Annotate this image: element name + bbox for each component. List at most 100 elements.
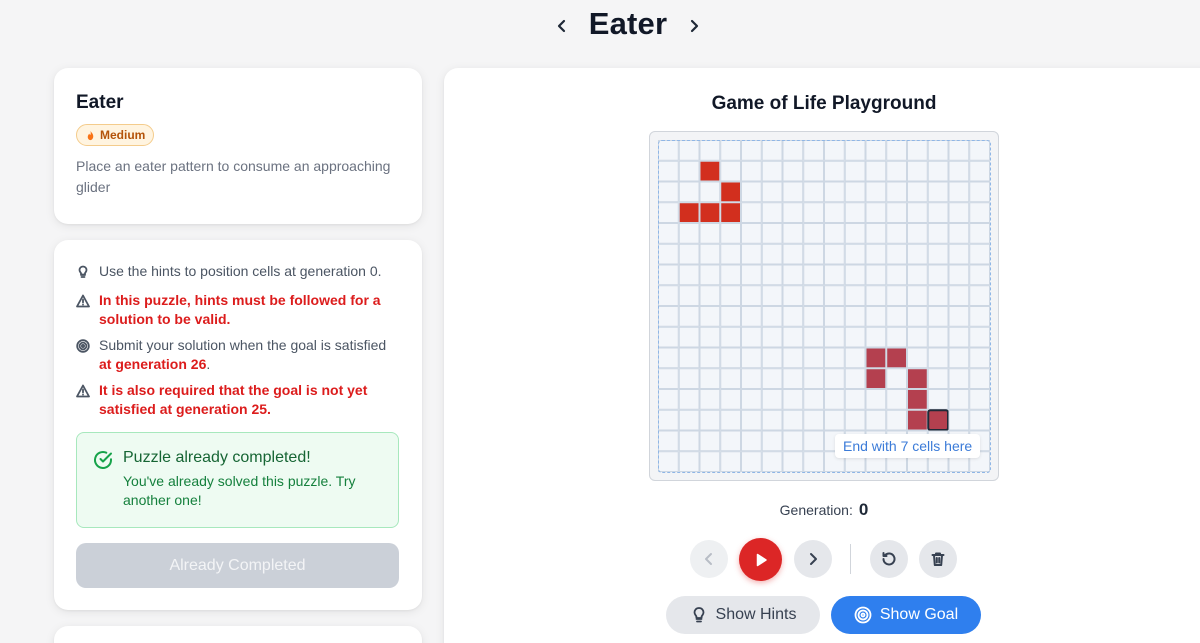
grid-cell-eater[interactable]	[865, 347, 887, 369]
grid-cell-empty[interactable]	[886, 223, 907, 244]
grid-cell-glider[interactable]	[699, 160, 721, 182]
grid-cell-empty[interactable]	[741, 430, 762, 452]
grid-cell-empty[interactable]	[741, 243, 762, 265]
grid-cell-empty[interactable]	[741, 451, 762, 472]
grid-cell-empty[interactable]	[782, 306, 804, 327]
grid-cell-empty[interactable]	[678, 409, 700, 431]
grid-cell-empty[interactable]	[699, 264, 721, 286]
grid-cell-empty[interactable]	[907, 181, 928, 203]
grid-cell-empty[interactable]	[699, 451, 721, 472]
grid-cell-empty[interactable]	[824, 264, 845, 286]
step-back-button[interactable]	[690, 540, 728, 578]
grid-cell-empty[interactable]	[699, 140, 721, 161]
clear-button[interactable]	[919, 540, 957, 578]
grid-cell-empty[interactable]	[886, 409, 907, 431]
grid-cell-empty[interactable]	[927, 368, 949, 389]
show-hints-button[interactable]: Show Hints	[666, 596, 820, 634]
grid-cell-empty[interactable]	[803, 347, 824, 369]
grid-cell-empty[interactable]	[741, 368, 762, 389]
grid-cell-empty[interactable]	[741, 389, 762, 410]
grid-cell-empty[interactable]	[761, 451, 783, 472]
grid-cell-empty[interactable]	[948, 285, 970, 306]
grid-cell-empty[interactable]	[948, 368, 970, 389]
grid-cell-empty[interactable]	[969, 243, 990, 265]
grid-cell-empty[interactable]	[803, 409, 824, 431]
grid-cell-empty[interactable]	[969, 202, 990, 223]
grid-cell-empty[interactable]	[678, 347, 700, 369]
grid-cell-eater[interactable]	[907, 368, 928, 389]
grid-cell-empty[interactable]	[741, 326, 762, 348]
grid-cell-empty[interactable]	[782, 430, 804, 452]
grid-cell-empty[interactable]	[761, 243, 783, 265]
grid-cell-empty[interactable]	[803, 285, 824, 306]
grid-cell-empty[interactable]	[865, 409, 887, 431]
grid-cell-empty[interactable]	[658, 389, 679, 410]
grid-cell-empty[interactable]	[658, 202, 679, 223]
grid-cell-empty[interactable]	[907, 243, 928, 265]
grid-cell-empty[interactable]	[699, 223, 721, 244]
grid-cell-empty[interactable]	[948, 140, 970, 161]
grid-cell-empty[interactable]	[658, 243, 679, 265]
grid-cell-eater[interactable]	[907, 409, 928, 431]
grid-cell-empty[interactable]	[969, 181, 990, 203]
grid-cell-empty[interactable]	[803, 140, 824, 161]
grid-cell-empty[interactable]	[803, 451, 824, 472]
grid-cell-empty[interactable]	[824, 368, 845, 389]
grid-cell-empty[interactable]	[803, 223, 824, 244]
grid-cell-empty[interactable]	[824, 243, 845, 265]
grid-cell-empty[interactable]	[658, 368, 679, 389]
grid-cell-empty[interactable]	[844, 181, 866, 203]
grid-cell-empty[interactable]	[948, 223, 970, 244]
grid-cell-empty[interactable]	[761, 223, 783, 244]
grid-cell-empty[interactable]	[927, 285, 949, 306]
grid-cell-empty[interactable]	[761, 409, 783, 431]
grid-cell-empty[interactable]	[678, 326, 700, 348]
show-goal-button[interactable]: Show Goal	[831, 596, 981, 634]
grid-cell-empty[interactable]	[865, 306, 887, 327]
grid-cell-empty[interactable]	[844, 140, 866, 161]
grid-cell-empty[interactable]	[969, 160, 990, 182]
grid-cell-empty[interactable]	[720, 285, 741, 306]
grid-cell-empty[interactable]	[720, 368, 741, 389]
grid-cell-empty[interactable]	[658, 223, 679, 244]
grid-cell-empty[interactable]	[678, 430, 700, 452]
grid-cell-empty[interactable]	[699, 430, 721, 452]
grid-cell-empty[interactable]	[782, 140, 804, 161]
play-button[interactable]	[739, 538, 782, 581]
grid-cell-empty[interactable]	[865, 202, 887, 223]
grid-cell-empty[interactable]	[658, 285, 679, 306]
grid-cell-empty[interactable]	[824, 389, 845, 410]
grid-cell-empty[interactable]	[699, 285, 721, 306]
grid-cell-empty[interactable]	[886, 160, 907, 182]
grid-cell-empty[interactable]	[969, 140, 990, 161]
grid-cell-empty[interactable]	[844, 389, 866, 410]
grid-cell-empty[interactable]	[658, 160, 679, 182]
grid-cell-empty[interactable]	[824, 202, 845, 223]
grid-cell-glider[interactable]	[720, 202, 741, 223]
grid-cell-empty[interactable]	[927, 160, 949, 182]
grid-cell-empty[interactable]	[678, 306, 700, 327]
grid-cell-empty[interactable]	[699, 389, 721, 410]
grid-cell-eater[interactable]	[865, 368, 887, 389]
grid-cell-empty[interactable]	[948, 326, 970, 348]
grid-cell-empty[interactable]	[658, 326, 679, 348]
grid-cell-empty[interactable]	[844, 306, 866, 327]
grid-cell-empty[interactable]	[782, 181, 804, 203]
grid-cell-empty[interactable]	[927, 264, 949, 286]
grid-cell-empty[interactable]	[948, 181, 970, 203]
grid-cell-empty[interactable]	[741, 306, 762, 327]
grid-cell-glider[interactable]	[699, 202, 721, 223]
grid-cell-empty[interactable]	[741, 181, 762, 203]
grid-cell-empty[interactable]	[865, 243, 887, 265]
grid-cell-empty[interactable]	[720, 409, 741, 431]
grid-cell-eater[interactable]	[907, 389, 928, 410]
grid-cell-empty[interactable]	[907, 202, 928, 223]
grid-cell-empty[interactable]	[927, 326, 949, 348]
step-forward-button[interactable]	[794, 540, 832, 578]
grid-cell-empty[interactable]	[782, 264, 804, 286]
grid-cell-empty[interactable]	[699, 243, 721, 265]
grid-cell-empty[interactable]	[948, 243, 970, 265]
grid-cell-empty[interactable]	[761, 285, 783, 306]
grid-cell-empty[interactable]	[927, 243, 949, 265]
grid-cell-empty[interactable]	[803, 160, 824, 182]
